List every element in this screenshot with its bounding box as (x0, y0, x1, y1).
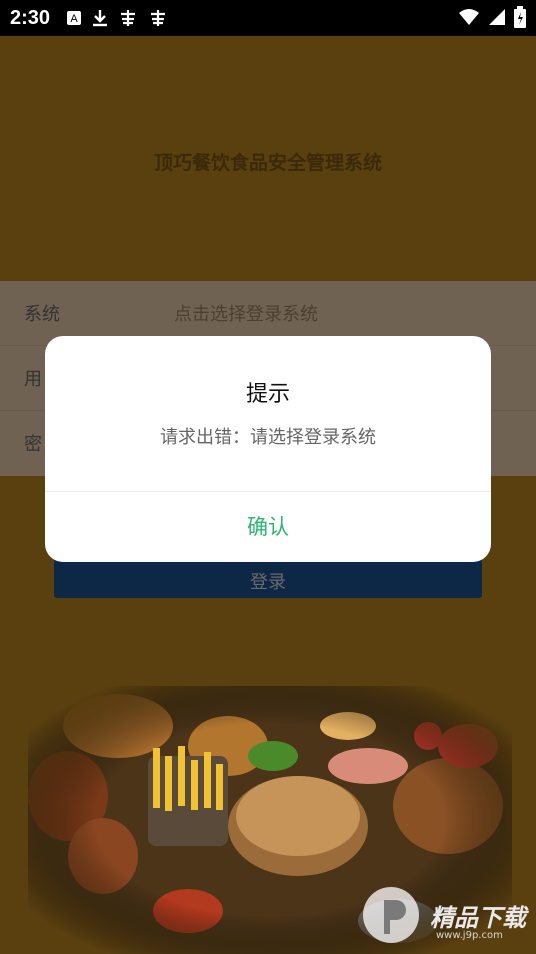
confirm-button[interactable]: 确认 (45, 492, 491, 562)
watermark-text: 精品下载 (430, 904, 526, 932)
battery-icon (514, 6, 526, 28)
dialog-message: 请求出错：请选择登录系统 (160, 427, 376, 448)
watermark: 精品下载 www.j9p.com (346, 880, 536, 950)
bug-icon-2 (151, 10, 166, 26)
watermark-url: www.j9p.com (436, 930, 503, 941)
alert-dialog: 提示 请求出错：请选择登录系统 确认 (45, 336, 491, 562)
bug-icon (121, 10, 136, 26)
svg-text:A: A (70, 13, 78, 25)
dialog-title: 提示 (245, 382, 290, 407)
signal-icon (489, 9, 505, 25)
watermark-logo-icon (363, 887, 419, 943)
wifi-icon (459, 9, 479, 25)
status-system-icons (458, 6, 526, 28)
status-bar: 2:30 A (0, 0, 536, 36)
download-icon (93, 10, 108, 27)
keyboard-a-icon: A (67, 11, 82, 25)
status-time: 2:30 (10, 6, 51, 29)
status-notification-icons: A (66, 8, 168, 28)
